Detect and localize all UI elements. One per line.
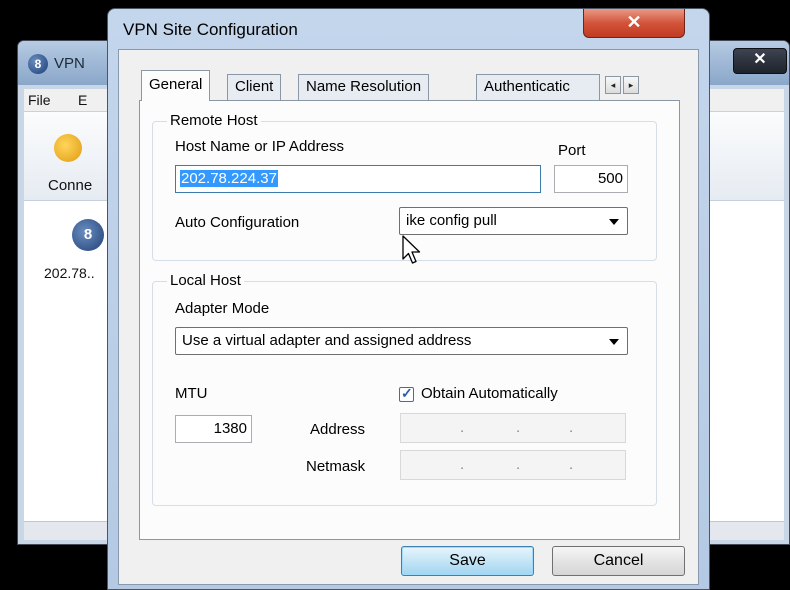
mouse-cursor-icon (402, 235, 421, 264)
adapter-mode-select[interactable]: Use a virtual adapter and assigned addre… (175, 327, 628, 355)
obtain-automatically-label[interactable]: Obtain Automatically (421, 385, 558, 402)
netmask-label: Netmask (306, 458, 366, 475)
tab-scroll-right-icon[interactable]: ▸ (623, 76, 639, 94)
main-window-close-button[interactable]: ✕ (733, 48, 787, 74)
host-name-value: 202.78.224.37 (180, 170, 278, 187)
host-name-label: Host Name or IP Address (175, 138, 344, 155)
port-input[interactable]: 500 (554, 165, 628, 193)
auto-configuration-select[interactable]: ike config pull (399, 207, 628, 235)
adapter-mode-label: Adapter Mode (175, 300, 270, 317)
tab-authentication[interactable]: Authenticatic (476, 74, 600, 100)
dialog-body: General Client Name Resolution Authentic… (118, 49, 699, 585)
connect-button-label[interactable]: Conne (48, 177, 92, 194)
vpn-app-icon: 8 (28, 54, 48, 74)
connect-icon[interactable] (54, 134, 82, 162)
chevron-down-icon (609, 219, 619, 225)
auto-configuration-value: ike config pull (406, 212, 497, 229)
tab-client[interactable]: Client (227, 74, 282, 100)
chevron-down-icon (609, 339, 619, 345)
port-label: Port (558, 142, 586, 159)
site-label[interactable]: 202.78.. (44, 265, 95, 281)
local-host-group: Local Host Adapter Mode Use a virtual ad… (152, 272, 657, 506)
checkmark-icon: ✓ (401, 385, 413, 401)
local-host-title: Local Host (167, 272, 244, 289)
remote-host-title: Remote Host (167, 112, 261, 129)
auto-configuration-label: Auto Configuration (175, 214, 300, 231)
general-tab-panel: Remote Host Host Name or IP Address Port… (139, 100, 680, 540)
tab-name-resolution[interactable]: Name Resolution (298, 74, 430, 100)
netmask-input[interactable]: ... (400, 450, 626, 480)
address-label: Address (310, 421, 366, 438)
cancel-button[interactable]: Cancel (552, 546, 685, 576)
host-name-input[interactable]: 202.78.224.37 (175, 165, 541, 193)
tab-general[interactable]: General (141, 70, 211, 101)
dialog-title: VPN Site Configuration (123, 20, 298, 39)
vpn-site-configuration-dialog: VPN Site Configuration ✕ General Client … (107, 8, 710, 590)
adapter-mode-value: Use a virtual adapter and assigned addre… (182, 332, 472, 349)
tab-scroll-left-icon[interactable]: ◂ (605, 76, 621, 94)
site-icon[interactable]: 8 (72, 219, 104, 251)
obtain-automatically-checkbox[interactable]: ✓ (399, 385, 414, 402)
mtu-input[interactable]: 1380 (175, 415, 252, 443)
main-window-title: VPN (54, 55, 85, 72)
dialog-close-button[interactable]: ✕ (583, 9, 685, 38)
mtu-label: MTU (175, 385, 208, 402)
save-button[interactable]: Save (401, 546, 534, 576)
address-input[interactable]: ... (400, 413, 626, 443)
menu-edit[interactable]: E (78, 92, 87, 108)
menu-file[interactable]: File (28, 92, 51, 108)
